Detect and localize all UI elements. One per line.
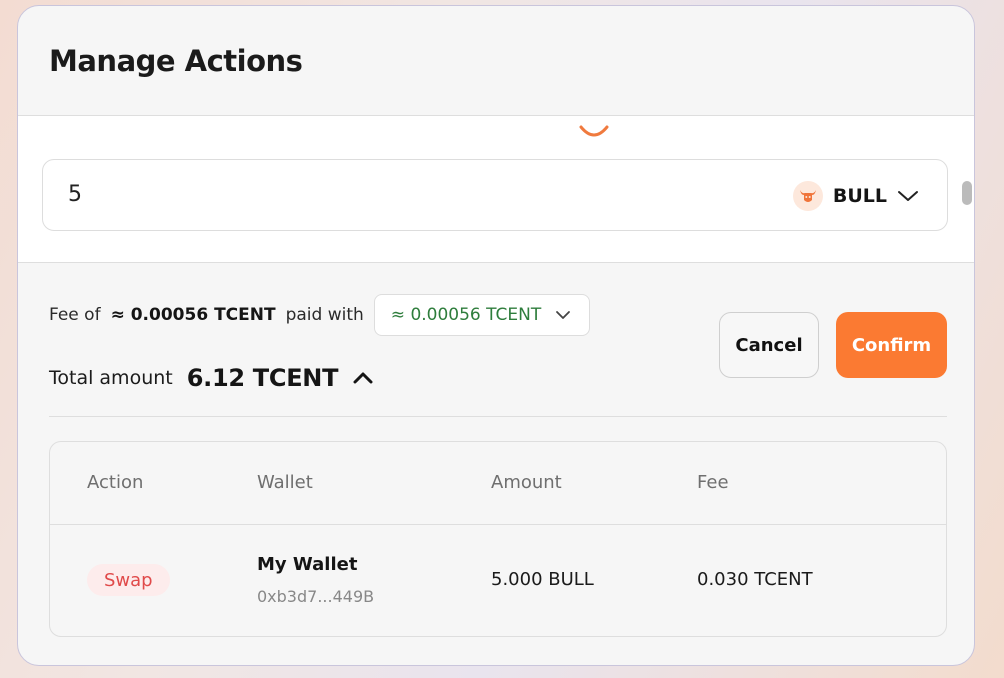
paid-with-label: paid with [285,305,364,325]
column-header-fee: Fee [697,472,729,493]
chevron-down-icon [898,191,918,201]
loading-spinner-icon [579,125,609,137]
row-fee: 0.030 TCENT [697,569,813,590]
amount-field[interactable]: 5 BULL [42,159,948,231]
scrollbar-thumb[interactable] [962,181,972,205]
total-row: Total amount 6.12 TCENT [49,358,374,398]
amount-input-section: 5 BULL [18,116,974,263]
total-value: 6.12 TCENT [186,364,339,392]
actions-table: Action Wallet Amount Fee Swap My Wallet … [49,441,947,637]
confirm-button[interactable]: Confirm [836,312,947,378]
column-header-amount: Amount [491,472,562,493]
fee-prefix: Fee of [49,305,101,325]
bull-icon [792,181,823,211]
fee-row: Fee of ≈ 0.00056 TCENT paid with ≈ 0.000… [49,293,591,337]
manage-actions-modal: Manage Actions 5 BULL Fee of ≈ 0.00056 T… [17,5,975,666]
chevron-down-icon [556,311,571,319]
token-name: BULL [832,185,887,207]
table-header: Action Wallet Amount Fee [50,442,946,525]
token-selector[interactable]: BULL [792,180,919,212]
fee-select-value: ≈ 0.00056 TCENT [390,305,542,325]
wallet-address: 0xb3d7...449B [257,587,375,606]
chevron-up-icon[interactable] [352,371,374,385]
modal-title: Manage Actions [49,44,303,78]
fee-token-select[interactable]: ≈ 0.00056 TCENT [373,294,591,336]
total-label: Total amount [49,367,173,389]
table-row: Swap My Wallet 0xb3d7...449B 5.000 BULL … [50,525,946,636]
column-header-action: Action [87,472,144,493]
action-badge-swap: Swap [87,564,170,596]
wallet-name: My Wallet [257,554,358,575]
modal-header: Manage Actions [18,6,974,116]
row-amount: 5.000 BULL [491,569,594,590]
cancel-button[interactable]: Cancel [719,312,819,378]
amount-value[interactable]: 5 [68,182,82,207]
fee-amount: ≈ 0.00056 TCENT [110,305,276,325]
column-header-wallet: Wallet [257,472,313,493]
divider [49,416,947,417]
